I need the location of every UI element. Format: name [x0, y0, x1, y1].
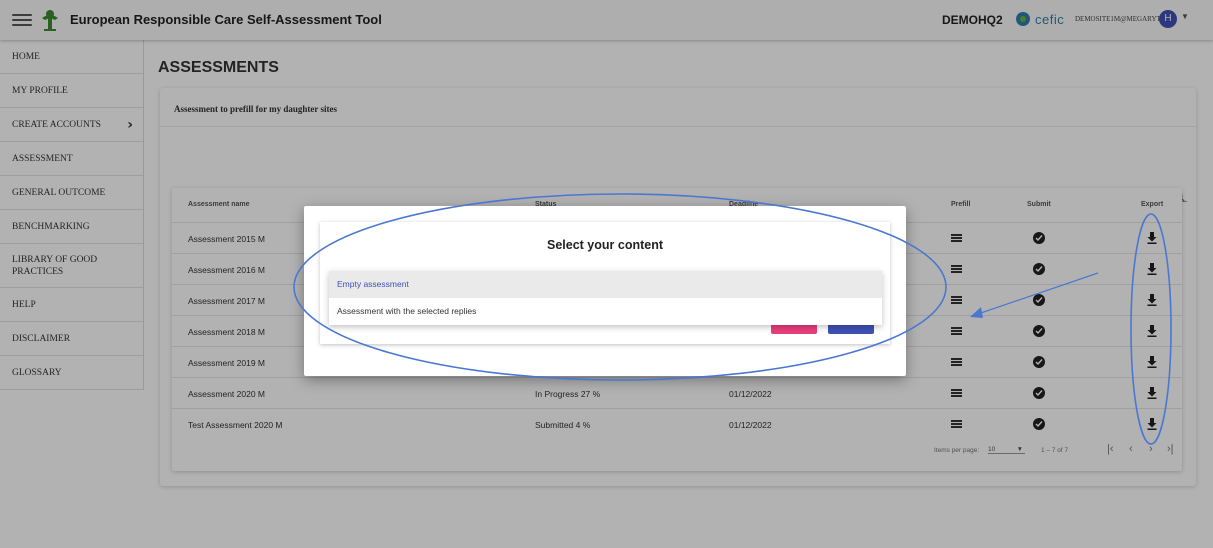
dialog-title: Select your content — [547, 238, 663, 252]
option-empty-assessment[interactable]: Empty assessment — [329, 271, 882, 298]
option-selected-replies[interactable]: Assessment with the selected replies — [329, 298, 882, 325]
content-options-list: Empty assessment Assessment with the sel… — [329, 271, 882, 325]
dialog-card: Select your content Empty assessment Ass… — [320, 222, 890, 344]
select-content-dialog: Select your content Empty assessment Ass… — [304, 206, 906, 376]
